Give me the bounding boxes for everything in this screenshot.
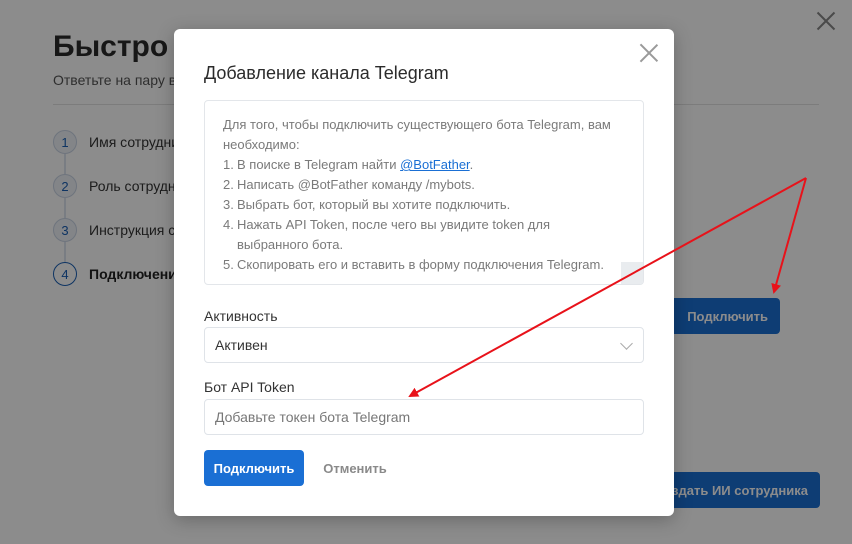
list-number: 5. [223,257,234,272]
list-number: 4. [223,217,234,232]
list-text: Написать @BotFather команду /mybots. [237,177,475,192]
activity-label: Активность [204,308,278,324]
activity-select[interactable]: Активен [204,327,644,363]
instructions-intro: Для того, чтобы подключить существующего… [223,117,611,152]
list-text: Скопировать его и вставить в форму подкл… [237,257,604,272]
list-text: . [469,157,474,172]
instructions-list: 1. В поиске в Telegram найти @BotFather.… [223,155,625,275]
list-item: 4. Нажать API Token, после чего вы увиди… [223,215,625,255]
telegram-channel-dialog: Добавление канала Telegram Для того, что… [174,29,674,516]
list-number: 3. [223,197,234,212]
instructions-box: Для того, чтобы подключить существующего… [204,100,644,285]
connect-button[interactable]: Подключить [204,450,304,486]
dialog-title: Добавление канала Telegram [204,63,449,83]
list-text: Выбрать бот, который вы хотите подключит… [237,197,511,212]
list-text: В поиске в Telegram найти [237,157,401,172]
list-item: 5. Скопировать его и вставить в форму по… [223,255,625,275]
scrollbar[interactable] [621,262,643,284]
list-text: Нажать API Token, после чего вы увидите … [237,217,550,252]
cancel-button[interactable]: Отменить [314,450,396,486]
token-input[interactable] [204,399,644,435]
activity-value: Активен [215,337,268,353]
botfather-link[interactable]: @BotFather [400,157,470,172]
list-number: 1. [223,157,234,172]
list-item: 1. В поиске в Telegram найти @BotFather. [223,155,625,175]
list-number: 2. [223,177,234,192]
list-item: 2. Написать @BotFather команду /mybots. [223,175,625,195]
close-icon[interactable] [639,43,659,63]
token-label: Бот API Token [204,379,295,395]
chevron-down-icon [620,337,633,350]
list-item: 3. Выбрать бот, который вы хотите подклю… [223,195,625,215]
